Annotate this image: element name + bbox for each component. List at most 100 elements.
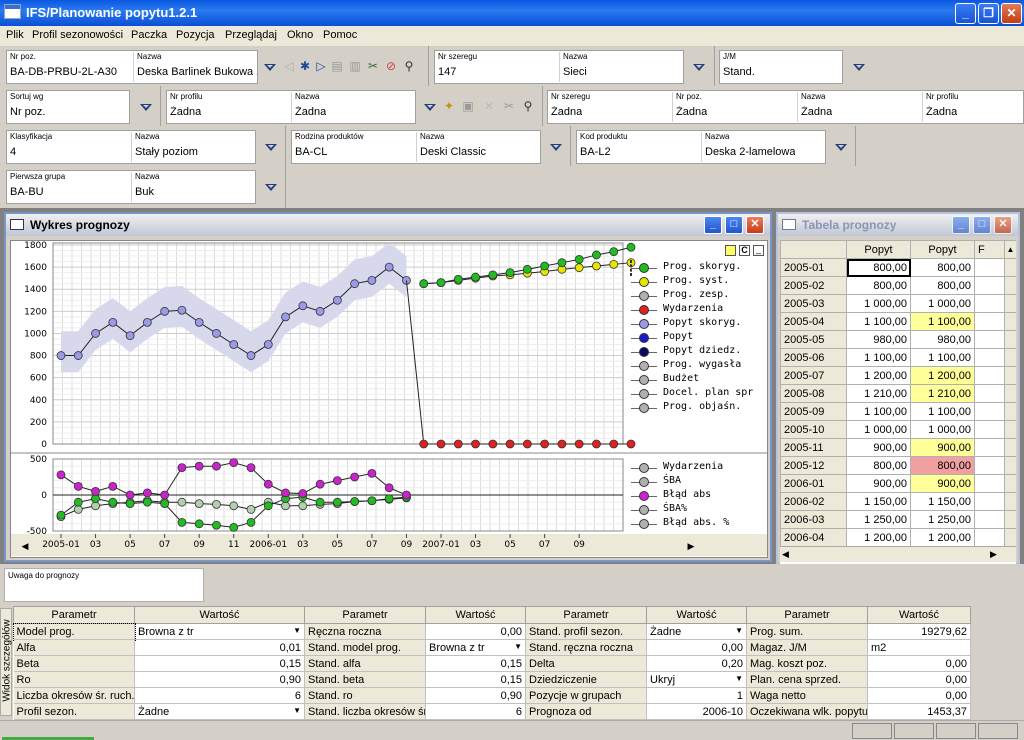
param-row[interactable]: Liczba okresów śr. ruch. 6 Stand. ro 0,90 Po… [13, 687, 971, 704]
minimize-button[interactable]: _ [704, 216, 722, 234]
reference-selector[interactable]: Nr szeregu Żadna Nr poz. Żadna Nazwa Żad… [547, 90, 1024, 124]
demand-cell[interactable]: 980,00 [846, 330, 911, 349]
family-selector[interactable]: Rodzina produktów BA-CL Nazwa Deski Clas… [291, 130, 541, 164]
table-row[interactable]: 2006-04 1 200,00 1 200,00 [780, 528, 1016, 547]
table-row[interactable]: 2005-04 1 100,00 1 100,00 [780, 312, 1016, 331]
demand-adjusted-cell[interactable]: 1 000,00 [910, 420, 975, 439]
param-value[interactable]: 0,15 [134, 655, 305, 672]
menu-plik[interactable]: Plik [6, 29, 24, 41]
chevron-down-icon[interactable]: ▼ [514, 642, 522, 651]
demand-adjusted-cell[interactable]: 1 100,00 [910, 312, 975, 331]
horizontal-scrollbar[interactable]: ◀ ▶ [780, 546, 1016, 562]
scroll-track[interactable] [1004, 294, 1016, 313]
table-row[interactable]: 2005-09 1 100,00 1 100,00 [780, 402, 1016, 421]
chevron-down-icon[interactable]: ▼ [293, 706, 301, 715]
minimize-button[interactable]: _ [955, 3, 976, 24]
series-selector[interactable]: Nr szeregu 147 Nazwa Sieci [434, 50, 684, 84]
param-value[interactable]: 0,00 [867, 687, 971, 704]
menu-pomoc[interactable]: Pomoc [323, 29, 357, 41]
demand-cell[interactable]: 800,00 [846, 456, 911, 475]
table-row[interactable]: 2005-08 1 210,00 1 210,00 [780, 384, 1016, 403]
group-selector[interactable]: Pierwsza grupa BA-BU Nazwa Buk [6, 170, 256, 204]
maximize-button[interactable]: □ [725, 216, 743, 234]
demand-adjusted-cell[interactable]: 1 100,00 [910, 402, 975, 421]
f-cell[interactable] [974, 528, 1005, 547]
param-value[interactable]: 2006-10 [646, 703, 747, 720]
profile-selector[interactable]: Nr profilu Żadna Nazwa Żadna [166, 90, 416, 124]
scroll-track[interactable] [1004, 474, 1016, 493]
scroll-up-icon[interactable]: ▲ [1004, 240, 1016, 259]
f-cell[interactable] [974, 438, 1005, 457]
menu-paczka[interactable]: Paczka [131, 29, 167, 41]
f-cell[interactable] [974, 312, 1005, 331]
param-value[interactable]: Brownа z tr ▼ [134, 623, 305, 640]
restore-button[interactable]: ❐ [978, 3, 999, 24]
param-value[interactable]: Browna z tr ▼ [425, 639, 526, 656]
forecast-table[interactable]: Popyt Popyt F ▲ 2005-01 800,00 800,00 20… [780, 240, 1016, 564]
param-value[interactable]: 0,15 [425, 655, 526, 672]
param-value[interactable]: 0,00 [867, 671, 971, 688]
chevron-down-icon[interactable] [852, 61, 865, 73]
demand-cell[interactable]: 1 200,00 [846, 528, 911, 547]
legend-minimize-icon[interactable]: _ [753, 245, 764, 256]
chevron-down-icon[interactable] [423, 101, 436, 113]
param-value[interactable]: 0,01 [134, 639, 305, 656]
f-cell[interactable] [974, 348, 1005, 367]
chevron-down-icon[interactable] [264, 141, 277, 153]
f-cell[interactable] [974, 258, 1005, 277]
demand-adjusted-cell[interactable]: 1 250,00 [910, 510, 975, 529]
param-row[interactable]: Alfa 0,01 Stand. model prog. Browna z tr ▼ St… [13, 639, 971, 656]
table-row[interactable]: 2005-10 1 000,00 1 000,00 [780, 420, 1016, 439]
demand-adjusted-cell[interactable]: 800,00 [910, 276, 975, 295]
chevron-down-icon[interactable]: ▼ [735, 626, 743, 635]
demand-cell[interactable]: 800,00 [846, 258, 911, 277]
legend-color-icon[interactable] [725, 245, 736, 256]
param-value[interactable]: 0,90 [134, 671, 305, 688]
demand-cell[interactable]: 1 200,00 [846, 366, 911, 385]
column-header[interactable]: F [974, 240, 1005, 259]
param-value[interactable]: 0,20 [646, 655, 747, 672]
f-cell[interactable] [974, 510, 1005, 529]
asterisk-icon[interactable]: ✱ [298, 59, 312, 73]
stop-icon[interactable]: ⊘ [384, 59, 398, 73]
demand-cell[interactable]: 900,00 [846, 438, 911, 457]
table-row[interactable]: 2005-12 800,00 800,00 [780, 456, 1016, 475]
demand-cell[interactable]: 1 000,00 [846, 294, 911, 313]
chevron-down-icon[interactable] [264, 181, 277, 193]
arrow-left-icon[interactable]: ◁ [282, 59, 296, 73]
f-cell[interactable] [974, 384, 1005, 403]
table-row[interactable]: 2005-11 900,00 900,00 [780, 438, 1016, 457]
param-row[interactable]: Ro 0,90 Stand. beta 0,15 Dziedziczenie Ukryj ▼… [13, 671, 971, 688]
table-row[interactable]: 2005-07 1 200,00 1 200,00 [780, 366, 1016, 385]
param-value[interactable]: 1 [646, 687, 747, 704]
f-cell[interactable] [974, 294, 1005, 313]
demand-adjusted-cell[interactable]: 1 100,00 [910, 348, 975, 367]
f-cell[interactable] [974, 456, 1005, 475]
scroll-track[interactable] [1004, 348, 1016, 367]
scroll-left-icon[interactable]: ◀ [782, 549, 789, 560]
param-value[interactable]: 19279,62 [867, 623, 971, 640]
param-value[interactable]: 6 [134, 687, 305, 704]
minimize-button[interactable]: _ [952, 216, 970, 234]
scroll-track[interactable] [1004, 276, 1016, 295]
param-value[interactable]: 6 [425, 703, 526, 720]
f-cell[interactable] [974, 474, 1005, 493]
table-row[interactable]: 2005-06 1 100,00 1 100,00 [780, 348, 1016, 367]
demand-adjusted-cell[interactable]: 1 210,00 [910, 384, 975, 403]
chevron-down-icon[interactable] [549, 141, 562, 153]
param-value[interactable]: Ukryj ▼ [646, 671, 747, 688]
scroll-track[interactable] [1004, 258, 1016, 277]
details-side-tab[interactable]: Widok szczegółów [0, 608, 13, 716]
demand-cell[interactable]: 1 250,00 [846, 510, 911, 529]
demand-cell[interactable]: 1 150,00 [846, 492, 911, 511]
delete-icon[interactable]: ✕ [482, 99, 496, 113]
param-value[interactable]: 0,90 [425, 687, 526, 704]
copy-icon[interactable]: ▥ [348, 59, 362, 73]
product-code-selector[interactable]: Kod produktu BA-L2 Nazwa Deska 2-lamelow… [576, 130, 826, 164]
f-cell[interactable] [974, 492, 1005, 511]
scroll-right-icon[interactable]: ▶ [990, 549, 997, 560]
demand-cell[interactable]: 1 000,00 [846, 420, 911, 439]
table-row[interactable]: 2005-01 800,00 800,00 [780, 258, 1016, 277]
save-icon[interactable]: ▣ [461, 99, 475, 113]
demand-adjusted-cell[interactable]: 1 000,00 [910, 294, 975, 313]
